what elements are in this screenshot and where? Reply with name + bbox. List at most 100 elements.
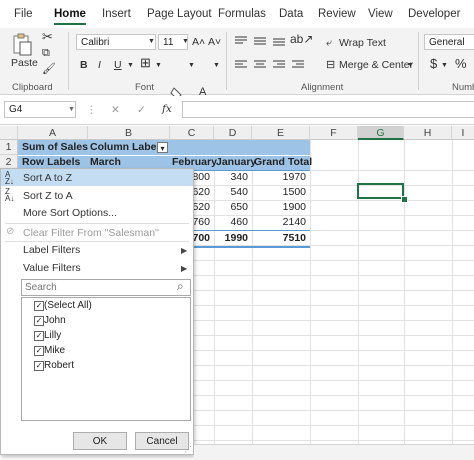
italic-button[interactable]: I <box>98 58 101 72</box>
ribbon-tabs: File Home Insert Page Layout Formulas Da… <box>0 0 474 28</box>
ok-button[interactable]: OK <box>73 432 127 450</box>
clear-filter-icon: ⊘ <box>6 226 15 237</box>
chevron-down-icon[interactable]: ▼ <box>68 103 75 117</box>
table-total-cell[interactable]: 7510 <box>252 231 308 246</box>
function-icon[interactable]: fx <box>162 102 172 116</box>
borders-icon[interactable]: ⊞ <box>140 56 151 70</box>
shrink-font-button[interactable]: A˅ <box>208 35 221 49</box>
formula-input[interactable] <box>182 101 474 118</box>
gridline <box>194 425 474 426</box>
table-cell[interactable]: 1970 <box>252 170 308 185</box>
column-header-e[interactable]: E <box>252 126 310 140</box>
tab-review[interactable]: Review <box>318 8 356 20</box>
confirm-icon[interactable]: ✓ <box>137 103 146 117</box>
list-item[interactable]: Lilly <box>44 330 61 341</box>
column-header-h[interactable]: H <box>404 126 452 140</box>
column-header-f[interactable]: F <box>310 126 358 140</box>
column-header-d[interactable]: D <box>214 126 252 140</box>
column-header-i[interactable]: I <box>452 126 474 140</box>
copy-icon[interactable]: ⧉ <box>42 46 50 60</box>
table-cell[interactable]: 460 <box>214 215 250 230</box>
list-item[interactable]: Mike <box>44 345 65 356</box>
table-total-cell[interactable]: 1990 <box>214 231 250 246</box>
tab-home[interactable]: Home <box>54 8 86 25</box>
tab-file[interactable]: File <box>14 8 33 20</box>
menu-item-value-filters[interactable]: Value Filters <box>23 262 81 274</box>
column-header-c[interactable]: C <box>170 126 214 140</box>
name-box[interactable]: G4 <box>4 101 76 118</box>
format-painter-icon[interactable]: 🖌 <box>42 62 56 76</box>
checkbox[interactable]: ✓ <box>34 301 44 311</box>
grow-font-button[interactable]: A˄ <box>192 35 205 49</box>
list-item[interactable]: (Select All) <box>44 300 92 311</box>
cancel-icon[interactable]: ✕ <box>111 103 120 117</box>
column-header-b[interactable]: B <box>88 126 170 140</box>
menu-item-sort-a-to-z[interactable]: Sort A to Z <box>23 172 72 184</box>
menu-item-label-filters[interactable]: Label Filters <box>23 244 80 256</box>
number-format-select[interactable]: General <box>424 34 474 50</box>
table-cell[interactable]: 540 <box>214 185 250 200</box>
chevron-down-icon[interactable]: ▼ <box>188 59 195 73</box>
checkbox[interactable]: ✓ <box>34 346 44 356</box>
wrap-text-icon[interactable]: ⤶ <box>326 36 332 50</box>
table-cell[interactable]: 340 <box>214 170 250 185</box>
gridline <box>194 410 474 411</box>
chevron-down-icon[interactable]: ▼ <box>182 35 189 49</box>
filter-item-list[interactable]: ✓ (Select All) ✓ John ✓ Lilly ✓ Mike ✓ R… <box>21 297 191 421</box>
cut-icon[interactable]: ✂ <box>42 30 53 44</box>
select-all-corner[interactable] <box>0 126 18 140</box>
font-group-label: Font <box>135 82 155 93</box>
table-cell[interactable]: 650 <box>214 200 250 215</box>
tab-formulas[interactable]: Formulas <box>218 8 266 20</box>
checkbox[interactable]: ✓ <box>34 361 44 371</box>
filter-dropdown-icon[interactable]: ▾ <box>157 142 168 153</box>
fill-handle[interactable] <box>401 196 408 203</box>
chevron-down-icon[interactable]: ▼ <box>407 59 414 73</box>
gridline <box>194 290 474 291</box>
paste-icon[interactable] <box>11 32 33 56</box>
vertical-align-icons[interactable] <box>234 34 294 48</box>
tab-data[interactable]: Data <box>279 8 303 20</box>
menu-item-more-sort-options[interactable]: More Sort Options... <box>23 207 117 219</box>
selected-cell[interactable] <box>357 183 404 199</box>
gridline <box>310 140 311 459</box>
merge-center-button[interactable]: Merge & Center <box>339 58 413 72</box>
gridline <box>404 140 405 459</box>
font-name-select[interactable]: Calibri <box>76 34 156 50</box>
divider <box>194 246 310 248</box>
list-item[interactable]: John <box>44 315 66 326</box>
wrap-text-button[interactable]: Wrap Text <box>339 36 386 50</box>
paste-button[interactable]: Paste <box>11 56 38 70</box>
tab-page-layout[interactable]: Page Layout <box>147 8 212 20</box>
tab-view[interactable]: View <box>368 8 393 20</box>
row-header-1[interactable]: 1 <box>0 140 18 155</box>
chevron-down-icon[interactable]: ▼ <box>213 59 220 73</box>
horizontal-align-icons[interactable] <box>234 58 318 72</box>
underline-button[interactable]: U <box>114 58 122 72</box>
checkbox[interactable]: ✓ <box>34 331 44 341</box>
chevron-down-icon[interactable]: ▼ <box>441 59 448 73</box>
column-header-g[interactable]: G <box>358 126 404 140</box>
list-item[interactable]: Robert <box>44 360 74 371</box>
merge-icon[interactable]: ⊟ <box>326 58 335 72</box>
table-cell[interactable]: 2140 <box>252 215 308 230</box>
bold-button[interactable]: B <box>80 58 88 72</box>
chevron-down-icon[interactable]: ▼ <box>148 35 155 49</box>
tab-insert[interactable]: Insert <box>102 8 131 20</box>
table-cell[interactable]: 1900 <box>252 200 308 215</box>
cancel-button[interactable]: Cancel <box>135 432 189 450</box>
checkbox[interactable]: ✓ <box>34 316 44 326</box>
search-input[interactable] <box>21 279 191 296</box>
chevron-down-icon[interactable]: ▼ <box>155 59 162 73</box>
percent-button[interactable]: % <box>455 57 467 71</box>
table-cell[interactable]: 1500 <box>252 185 308 200</box>
chevron-down-icon[interactable]: ▼ <box>127 59 134 73</box>
tab-developer[interactable]: Developer <box>408 8 460 20</box>
menu-item-sort-z-to-a[interactable]: Sort Z to A <box>23 190 73 202</box>
orientation-icon[interactable]: ab↗ <box>290 32 313 46</box>
gridline <box>194 305 474 306</box>
gridline <box>194 440 474 441</box>
column-header-a[interactable]: A <box>18 126 88 140</box>
resize-handle-icon[interactable]: ⋰ <box>184 445 192 454</box>
currency-button[interactable]: $ <box>430 57 437 71</box>
